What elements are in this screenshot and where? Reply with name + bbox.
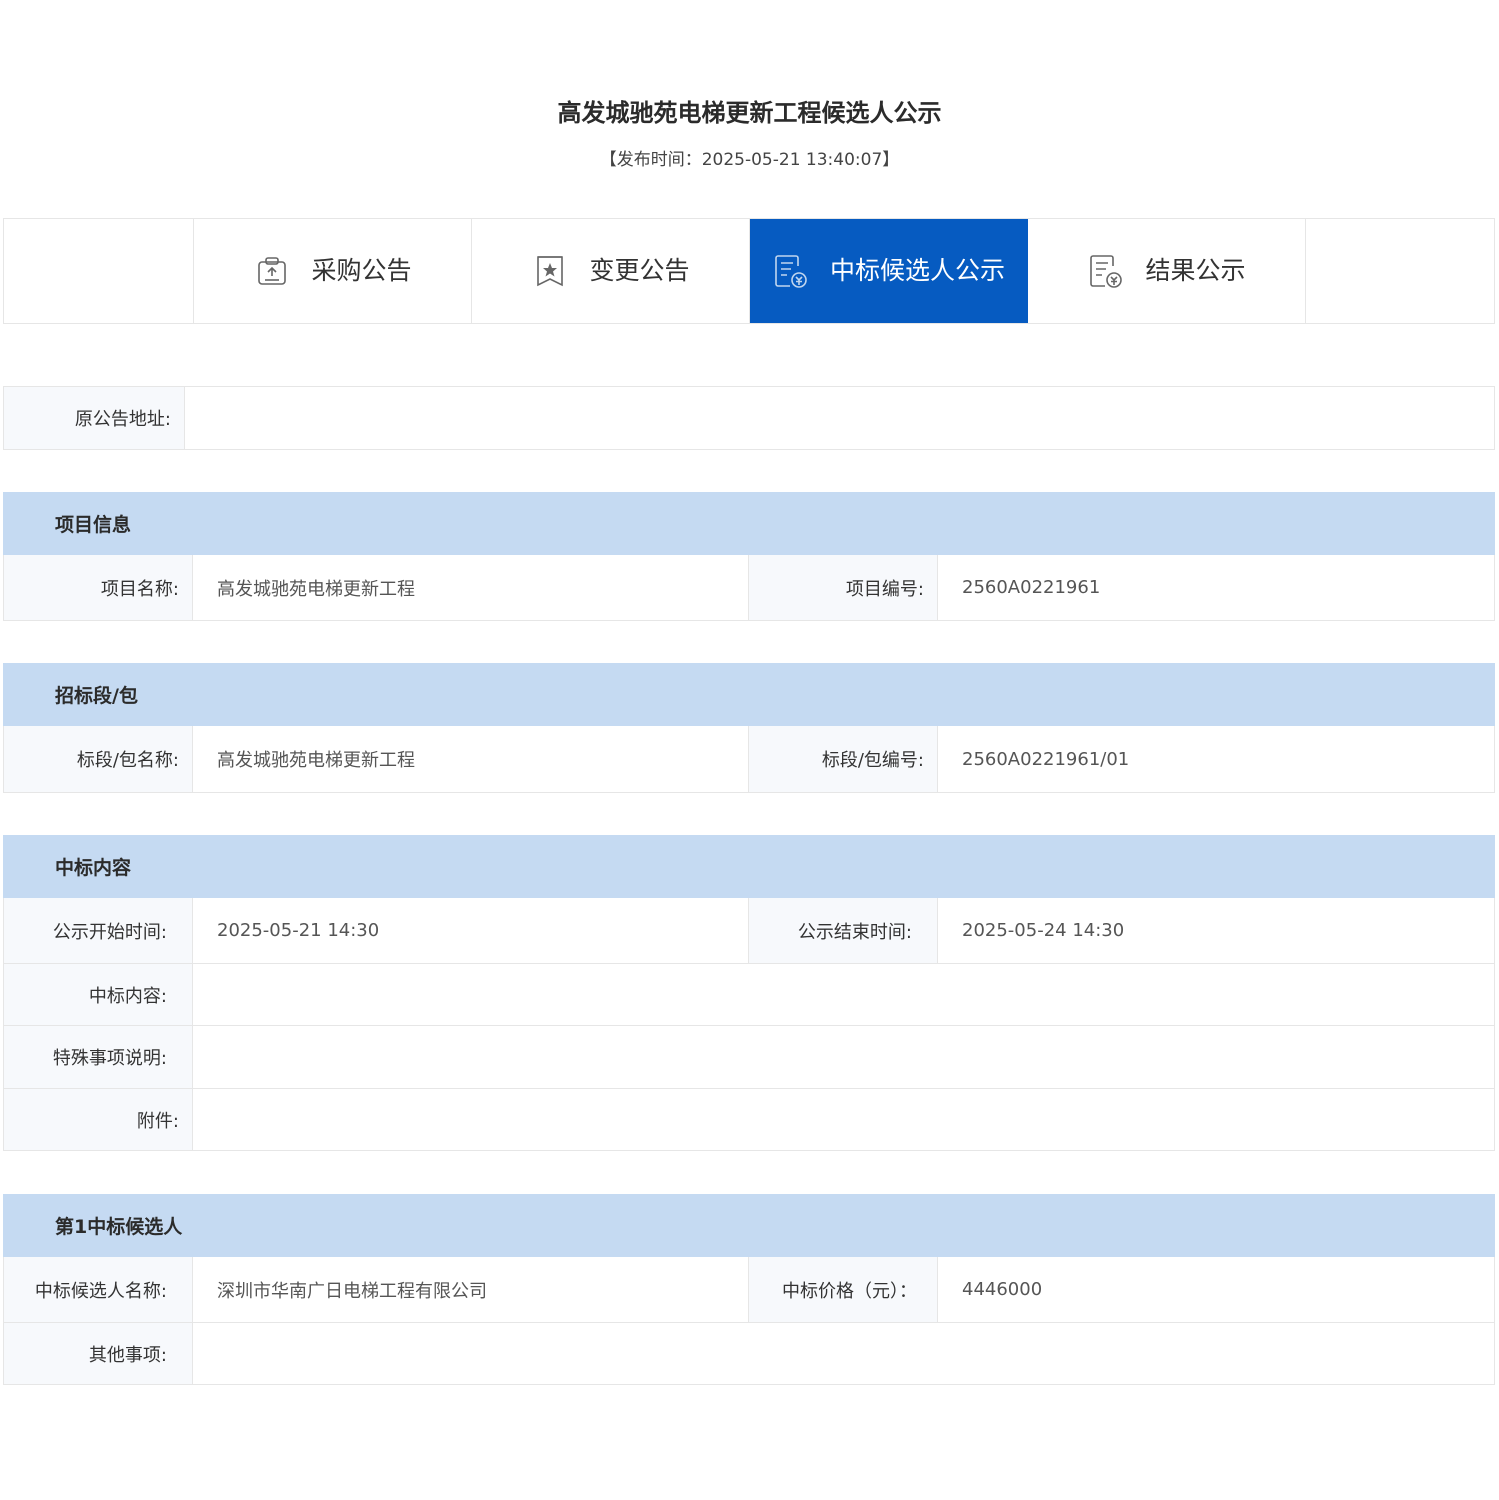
package-name-label: 标段/包名称: bbox=[4, 726, 193, 792]
package-code-label: 标段/包编号: bbox=[749, 726, 938, 792]
other-matters-label: 其他事项: bbox=[4, 1323, 193, 1384]
bid-price-value: 4446000 bbox=[962, 1279, 1043, 1300]
other-matters-row: 其他事项: bbox=[3, 1323, 1495, 1385]
tab-label: 采购公告 bbox=[311, 256, 412, 285]
project-code-value: 2560A0221961 bbox=[962, 577, 1101, 598]
other-matters-value bbox=[193, 1323, 1494, 1384]
attachment-row: 附件: bbox=[3, 1089, 1495, 1151]
award-end-label: 公示结束时间: bbox=[749, 898, 938, 963]
tab-label: 结果公示 bbox=[1145, 256, 1246, 285]
award-period-row: 公示开始时间: 2025-05-21 14:30 公示结束时间: 2025-05… bbox=[3, 898, 1495, 964]
attachment-label: 附件: bbox=[4, 1089, 193, 1150]
tab-spacer bbox=[4, 219, 194, 323]
special-notes-value bbox=[193, 1026, 1494, 1088]
package-row: 标段/包名称: 高发城驰苑电梯更新工程 标段/包编号: 2560A0221961… bbox=[3, 726, 1495, 793]
candidate-name-label: 中标候选人名称: bbox=[4, 1257, 193, 1322]
tab-candidate-notice[interactable]: 中标候选人公示 bbox=[750, 219, 1028, 323]
result-notice-icon bbox=[1087, 252, 1125, 290]
notice-tabs: 采购公告 变更公告 中标候选人公示 结果公示 bbox=[3, 218, 1495, 324]
section-header-project-info: 项目信息 bbox=[3, 492, 1495, 555]
section-header-award: 中标内容 bbox=[3, 835, 1495, 898]
special-notes-row: 特殊事项说明: bbox=[3, 1026, 1495, 1089]
tab-change-notice[interactable]: 变更公告 bbox=[472, 219, 750, 323]
award-end-value: 2025-05-24 14:30 bbox=[962, 920, 1125, 941]
change-notice-icon bbox=[531, 252, 569, 290]
candidate-name-value: 深圳市华南广日电梯工程有限公司 bbox=[193, 1257, 749, 1322]
award-start-value: 2025-05-21 14:30 bbox=[193, 898, 749, 963]
award-content-row: 中标内容: bbox=[3, 964, 1495, 1026]
candidate-row: 中标候选人名称: 深圳市华南广日电梯工程有限公司 中标价格（元）： 444600… bbox=[3, 1257, 1495, 1323]
project-info-row: 项目名称: 高发城驰苑电梯更新工程 项目编号: 2560A0221961 bbox=[3, 555, 1495, 621]
original-notice-label: 原公告地址: bbox=[4, 387, 185, 449]
publish-time: 【发布时间：2025-05-21 13:40:07】 bbox=[599, 150, 900, 170]
project-name-value: 高发城驰苑电梯更新工程 bbox=[193, 555, 749, 620]
section-header-candidate-1: 第1中标候选人 bbox=[3, 1194, 1495, 1257]
original-notice-row: 原公告地址: bbox=[3, 386, 1495, 450]
attachment-value[interactable] bbox=[193, 1089, 1494, 1150]
project-code-label: 项目编号: bbox=[749, 555, 938, 620]
tab-label: 中标候选人公示 bbox=[829, 256, 1005, 285]
section-header-package: 招标段/包 bbox=[3, 663, 1495, 726]
project-name-label: 项目名称: bbox=[4, 555, 193, 620]
package-code-value: 2560A0221961/01 bbox=[962, 748, 1130, 770]
special-notes-label: 特殊事项说明: bbox=[4, 1026, 193, 1088]
candidate-notice-icon bbox=[772, 252, 810, 290]
package-name-value: 高发城驰苑电梯更新工程 bbox=[193, 726, 749, 792]
tab-spacer bbox=[1306, 219, 1494, 323]
tab-label: 变更公告 bbox=[589, 256, 690, 285]
procurement-icon bbox=[253, 252, 291, 290]
award-start-label: 公示开始时间: bbox=[4, 898, 193, 963]
tab-procurement-notice[interactable]: 采购公告 bbox=[194, 219, 472, 323]
page-title: 高发城驰苑电梯更新工程候选人公示 bbox=[557, 99, 942, 127]
original-notice-link[interactable] bbox=[185, 387, 1494, 449]
bid-price-label: 中标价格（元）： bbox=[749, 1257, 938, 1322]
award-content-value bbox=[193, 964, 1494, 1025]
tab-result-notice[interactable]: 结果公示 bbox=[1028, 219, 1306, 323]
award-content-label: 中标内容: bbox=[4, 964, 193, 1025]
